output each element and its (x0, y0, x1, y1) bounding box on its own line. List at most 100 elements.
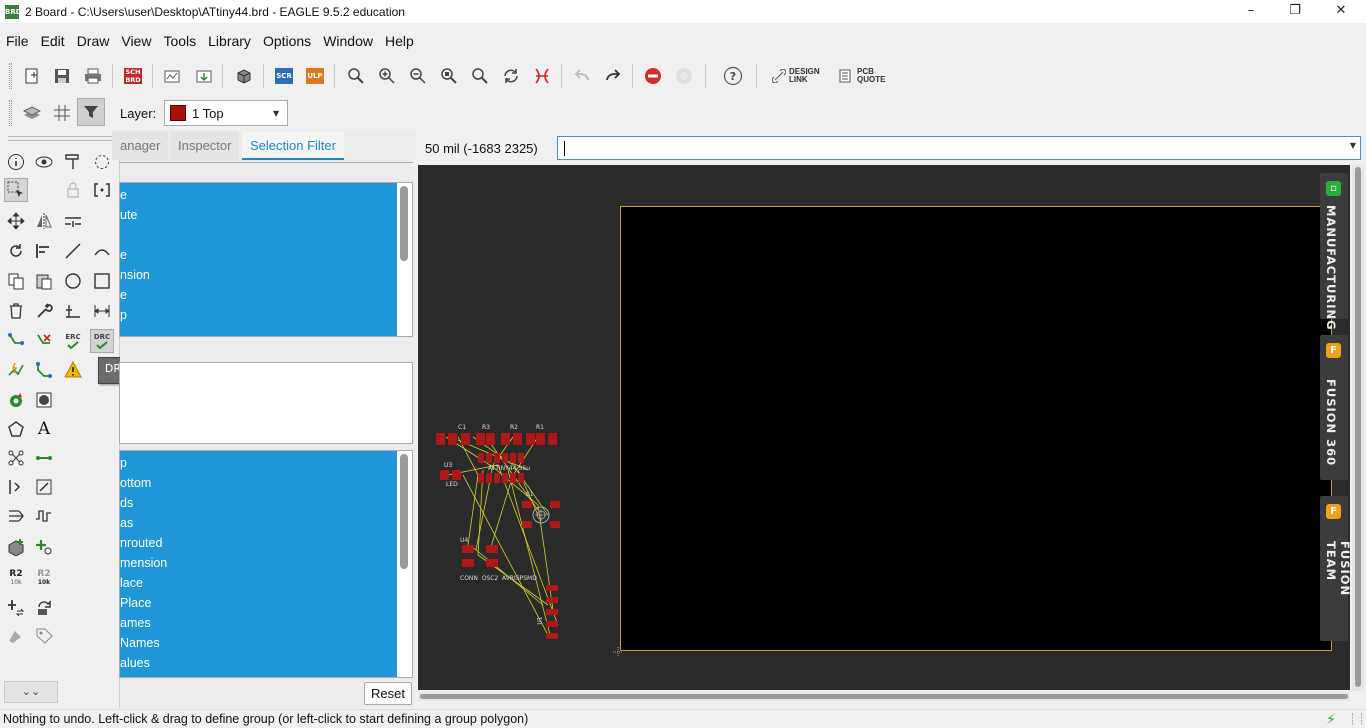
export-icon[interactable] (192, 64, 216, 88)
lock-part-icon[interactable] (4, 624, 28, 648)
paste-icon[interactable] (32, 269, 56, 293)
name-button[interactable]: R2 10k (4, 565, 28, 589)
text-tool[interactable]: A (32, 417, 56, 441)
wire-icon[interactable] (32, 446, 56, 470)
layer-list-item[interactable]: ames (120, 613, 397, 633)
layer-list-item[interactable]: ds (120, 493, 397, 513)
menu-help[interactable]: Help (379, 29, 420, 53)
smash-icon[interactable] (90, 178, 114, 202)
erc-button[interactable]: ERC (61, 329, 85, 353)
optimize-route-icon[interactable] (32, 358, 56, 382)
manufacturing-tab[interactable]: ▫ MANUFACTURING (1320, 173, 1348, 331)
ripup-icon[interactable] (32, 329, 56, 353)
value-button[interactable]: R2 10k (32, 565, 56, 589)
tab-inspector[interactable]: Inspector (170, 131, 240, 160)
menu-file[interactable]: File (0, 29, 35, 53)
list-item[interactable]: nsion (120, 265, 397, 285)
delete-icon[interactable] (4, 299, 28, 323)
zoom-in-icon[interactable] (375, 64, 399, 88)
line-icon[interactable] (61, 239, 85, 263)
tag-icon[interactable] (32, 624, 56, 648)
swap-icon[interactable] (4, 595, 28, 619)
wrench-icon[interactable] (32, 299, 56, 323)
toolbar-grip[interactable] (9, 100, 12, 126)
close-button[interactable]: ✕ (1318, 0, 1364, 23)
layer-list[interactable]: p ottom ds as nrouted mension lace Place… (119, 450, 413, 678)
list-item[interactable]: e (120, 285, 397, 305)
go-icon[interactable] (672, 64, 696, 88)
help-button[interactable]: ? (721, 64, 745, 88)
command-input[interactable]: ▼ (557, 136, 1361, 160)
horizontal-scrollbar[interactable] (418, 692, 1350, 701)
waveform-icon[interactable] (32, 504, 56, 528)
open-icon[interactable] (20, 64, 44, 88)
layer-list-item[interactable]: as (120, 513, 397, 533)
polygon-icon[interactable] (4, 417, 28, 441)
filter-icon[interactable] (77, 98, 105, 126)
align-icon[interactable] (32, 239, 56, 263)
layer-list-item[interactable]: lace (120, 573, 397, 593)
info-icon[interactable] (4, 150, 28, 174)
layer-list-item[interactable]: ottom (120, 473, 397, 493)
menu-library[interactable]: Library (202, 29, 257, 53)
fusion-360-tab[interactable]: F FUSION 360 (1320, 335, 1348, 480)
mark-icon[interactable] (61, 299, 85, 323)
arc-icon[interactable] (90, 239, 114, 263)
maximize-button[interactable]: ❐ (1272, 0, 1318, 23)
undo-icon[interactable] (570, 64, 594, 88)
redraw-icon[interactable] (499, 64, 523, 88)
circle-icon[interactable] (61, 269, 85, 293)
layer-list-item[interactable]: nrouted (120, 533, 397, 553)
rectangle-icon[interactable] (90, 269, 114, 293)
save-icon[interactable] (50, 64, 74, 88)
tab-design-manager[interactable]: anager (112, 131, 169, 160)
move-icon[interactable] (4, 209, 28, 233)
ratsnest-icon[interactable] (530, 64, 554, 88)
stop-icon[interactable] (641, 64, 665, 88)
object-type-list[interactable]: e ute e nsion e p (119, 182, 413, 337)
design-link-button[interactable]: DESIGN LINK (772, 64, 832, 88)
lightning-icon[interactable]: ⚡ (1326, 712, 1336, 728)
resize-grip[interactable] (1352, 713, 1362, 725)
zoom-fit-icon[interactable] (344, 64, 368, 88)
list-item[interactable]: e (120, 185, 397, 205)
list-item[interactable]: p (120, 305, 397, 325)
lock-icon[interactable] (61, 178, 85, 202)
layer-list-item[interactable]: Names (120, 633, 397, 653)
attribute-icon[interactable] (4, 475, 28, 499)
ulp-button[interactable]: ULP (303, 64, 327, 88)
zoom-previous-icon[interactable] (468, 64, 492, 88)
paint-brush-icon[interactable] (61, 150, 85, 174)
expand-palette-button[interactable]: ⌄⌄ (4, 681, 58, 703)
menu-window[interactable]: Window (317, 29, 379, 53)
warning-icon[interactable] (61, 358, 85, 382)
tab-selection-filter[interactable]: Selection Filter (242, 131, 344, 160)
select-icon[interactable] (4, 178, 28, 202)
mirror-icon[interactable] (32, 209, 56, 233)
layer-list-item[interactable]: p (120, 453, 397, 473)
signal-icon[interactable] (4, 446, 28, 470)
add-icon[interactable] (32, 535, 56, 559)
list-scrollbar[interactable] (400, 186, 408, 261)
filter-list[interactable] (119, 362, 413, 444)
list-item[interactable]: e (120, 245, 397, 265)
toolbar-grip[interactable] (9, 63, 12, 89)
split-icon[interactable] (61, 209, 85, 233)
list-item[interactable]: ute (120, 205, 397, 225)
pcb-quote-button[interactable]: PCB QUOTE (838, 64, 894, 88)
menu-draw[interactable]: Draw (71, 29, 116, 53)
redo-icon[interactable] (601, 64, 625, 88)
sch-brd-button[interactable]: SCH BRD (121, 64, 145, 88)
layer-select[interactable]: 1 Top ▼ (164, 100, 288, 126)
add-part-icon[interactable] (4, 535, 28, 559)
layer-list-item[interactable]: alues (120, 653, 397, 673)
autorouter-icon[interactable] (4, 358, 28, 382)
replace-icon[interactable] (32, 595, 56, 619)
reset-button[interactable]: Reset (364, 682, 412, 705)
route-icon[interactable] (4, 329, 28, 353)
cam-icon[interactable] (160, 64, 184, 88)
minimize-button[interactable]: – (1228, 0, 1274, 23)
print-icon[interactable] (81, 64, 105, 88)
script-button[interactable]: SCR (272, 64, 296, 88)
show-icon[interactable] (32, 150, 56, 174)
